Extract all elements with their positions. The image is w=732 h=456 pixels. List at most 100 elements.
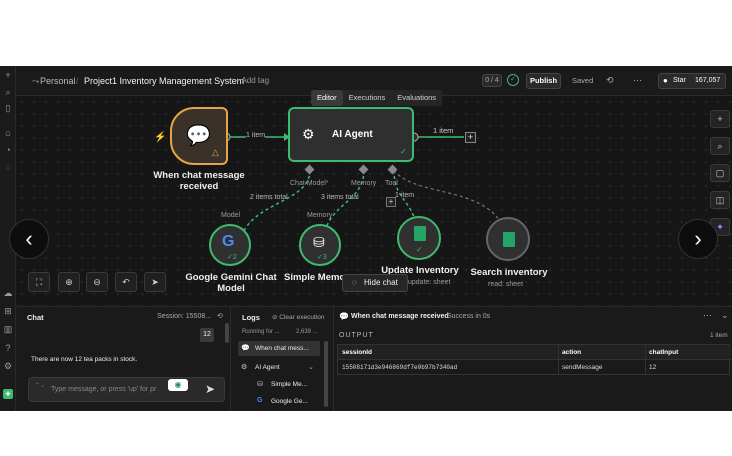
- clear-execution-button[interactable]: ⊘ Clear execution: [272, 313, 324, 321]
- update-inventory-sub: update: sheet: [408, 279, 451, 286]
- output-more-icon[interactable]: ⋯: [703, 310, 712, 321]
- col-divider-2: [645, 345, 646, 375]
- fit-view-button[interactable]: ⛶: [28, 272, 50, 292]
- gemini-node[interactable]: G ✓2: [209, 224, 251, 266]
- database-icon: ⛁: [313, 234, 325, 250]
- undo-button[interactable]: ↶: [115, 272, 137, 292]
- insights-icon[interactable]: ▥: [3, 324, 13, 334]
- log-item-trigger[interactable]: 💬 When chat mess...: [238, 341, 320, 356]
- chat-input[interactable]: Type message, or press 'up' for pr: [51, 386, 156, 393]
- clear-execution-label: Clear execution: [279, 314, 325, 321]
- history-icon[interactable]: ⟲: [606, 75, 614, 86]
- col-sessionid: sessionId: [342, 349, 372, 356]
- more-icon[interactable]: ⋯: [633, 75, 642, 86]
- add-node-tool[interactable]: +: [710, 110, 730, 128]
- breadcrumb-separator: /: [76, 76, 79, 86]
- settings-icon[interactable]: ⚙: [3, 361, 13, 371]
- personal-icon: ⤳: [32, 76, 40, 86]
- chat-icon[interactable]: ◌: [3, 162, 13, 172]
- output-chat-icon: 💬: [339, 312, 349, 321]
- publish-button[interactable]: Publish: [526, 73, 561, 89]
- trigger-node[interactable]: 💬 △: [170, 107, 228, 165]
- sticky-note-tool[interactable]: ▢: [710, 164, 730, 182]
- n8n-workflow-editor: + ⌕ ▯ ⌂ ◔ ◌ ☁ ⊞ ▥ ? ⚙ ✦ ⤳ Personal / Pro…: [0, 66, 732, 411]
- add-node-button[interactable]: +: [465, 132, 476, 143]
- hide-chat-button[interactable]: ◌ Hide chat: [342, 274, 408, 292]
- trigger-label-line1: When chat message: [153, 170, 245, 181]
- log-chat-icon: 💬: [241, 345, 250, 352]
- port-memory-label: Memory: [351, 180, 377, 187]
- edge-agent-out-label: 1 item: [433, 126, 454, 135]
- chat-session: Session: 15508...: [157, 313, 212, 320]
- template-icon[interactable]: ⊞: [3, 306, 13, 316]
- github-star-count: 167,057: [695, 77, 721, 84]
- cloud-icon[interactable]: ☁: [3, 288, 13, 298]
- help-icon[interactable]: ?: [3, 343, 13, 353]
- exec-counter: 0 / 4: [482, 74, 502, 87]
- search-inventory-node[interactable]: [486, 217, 530, 261]
- gemini-label-line2: Model: [217, 283, 245, 294]
- chat-input-box[interactable]: ⌃⌄ Type message, or press 'up' for pr ◉ …: [28, 377, 225, 402]
- log-item-agent[interactable]: ⚙ AI Agent ⌄: [238, 360, 320, 375]
- panel-toggle-tool[interactable]: ◫: [710, 191, 730, 209]
- trigger-node-label: When chat message received: [146, 170, 252, 192]
- logs-scrollbar[interactable]: [324, 341, 328, 407]
- edge-memory-label: 3 items total: [321, 194, 359, 201]
- user-message-bubble: 12: [200, 328, 214, 342]
- zoom-in-button[interactable]: ⊕: [58, 272, 80, 292]
- grammar-assist-icon[interactable]: ◉: [168, 379, 188, 391]
- output-close-icon[interactable]: ⌄: [721, 310, 729, 321]
- log-item-memory[interactable]: ⛁ Simple Me...: [250, 378, 320, 392]
- panel-icon[interactable]: ▯: [3, 103, 13, 113]
- search-node-tool[interactable]: ⌕: [710, 137, 730, 155]
- add-icon[interactable]: +: [3, 70, 13, 80]
- log-item-agent-label: AI Agent: [255, 364, 280, 371]
- home-icon[interactable]: ⌂: [3, 128, 13, 138]
- log-item-gemini[interactable]: G Google Ge...: [250, 395, 320, 409]
- output-status: Success in 0s: [447, 313, 491, 320]
- trigger-bolt-icon: ⚡: [154, 132, 167, 143]
- tab-executions[interactable]: Executions: [343, 90, 392, 106]
- select-tool-button[interactable]: ➤: [144, 272, 166, 292]
- zoom-out-button[interactable]: ⊖: [86, 272, 108, 292]
- chat-bubble-icon: 💬: [186, 125, 211, 147]
- gemini-badge-count: 2: [232, 254, 237, 261]
- log-robot-icon: ⚙: [241, 364, 248, 371]
- workflow-canvas[interactable]: 1 item 1 item + 💬 △ ⚡ When chat message …: [16, 96, 732, 306]
- reset-session-icon[interactable]: ⟲: [217, 312, 223, 320]
- memory-badge-count: 3: [322, 254, 327, 261]
- port-memory[interactable]: [358, 164, 369, 175]
- logs-title: Logs: [242, 313, 260, 322]
- gemini-node-label: Google Gemini Chat Model: [176, 272, 286, 294]
- col-divider-1: [558, 345, 559, 375]
- breadcrumb-personal[interactable]: Personal: [40, 76, 76, 86]
- port-chat-model[interactable]: [304, 164, 315, 175]
- log-item-memory-label: Simple Me...: [271, 381, 308, 388]
- col-chatinput: chatInput: [649, 349, 679, 356]
- memory-node[interactable]: ⛁ ✓3: [299, 224, 341, 266]
- carousel-next-button[interactable]: ›: [678, 219, 718, 259]
- tab-editor[interactable]: Editor: [311, 90, 343, 106]
- add-tag-button[interactable]: + Add tag: [235, 76, 269, 85]
- carousel-prev-button[interactable]: ‹: [9, 219, 49, 259]
- chat-history-arrows[interactable]: ⌃⌄: [35, 382, 45, 389]
- search-icon[interactable]: ⌕: [3, 87, 13, 97]
- send-icon[interactable]: ➤: [205, 382, 215, 396]
- tab-evaluations[interactable]: Evaluations: [391, 90, 442, 106]
- ai-agent-node[interactable]: ⚙ AI Agent ✓: [288, 107, 414, 162]
- required-marker: *: [325, 180, 329, 187]
- update-badge-icon[interactable]: ✦: [3, 389, 13, 399]
- github-star-button[interactable]: ● Star 167,057: [658, 73, 726, 89]
- chat-scrollbar[interactable]: [225, 323, 229, 343]
- google-icon: G: [222, 233, 235, 250]
- log-item-trigger-label: When chat mess...: [255, 345, 309, 352]
- add-tool-button[interactable]: +: [386, 197, 396, 207]
- user-icon[interactable]: ◔: [3, 145, 13, 155]
- col-action: action: [562, 349, 582, 356]
- logs-running: Running for ...: [242, 329, 280, 335]
- logs-tokens: 2,639 ...: [296, 329, 318, 335]
- output-table: sessionId action chatInput 15508171d3e94…: [337, 344, 731, 375]
- port-tool[interactable]: [387, 164, 398, 175]
- workflow-title[interactable]: Project1 Inventory Management System: [84, 76, 244, 86]
- update-inventory-node[interactable]: ✓: [397, 216, 441, 260]
